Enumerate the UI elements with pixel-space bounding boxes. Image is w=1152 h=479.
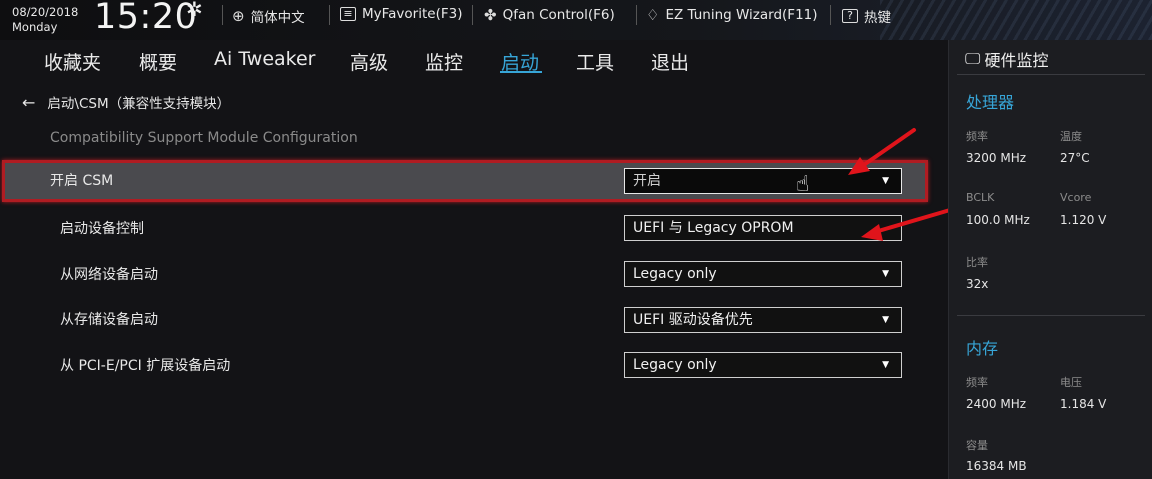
- cpu-section-title: 处理器: [966, 93, 1015, 112]
- mem-cap-value: 16384 MB: [966, 459, 1027, 473]
- help-box-icon: ?: [842, 9, 858, 23]
- language-label: 简体中文: [250, 10, 305, 26]
- qfan-label: Qfan Control(F6): [502, 7, 615, 23]
- date-text: 08/20/2018: [12, 5, 79, 19]
- divider: [957, 74, 1145, 75]
- storage-boot-label: 从存储设备启动: [60, 312, 158, 328]
- memory-section-title: 内存: [966, 339, 999, 358]
- vcore-value: 1.120 V: [1060, 213, 1107, 227]
- divider: [222, 5, 223, 25]
- active-tab-indicator: [500, 71, 542, 73]
- divider: [957, 315, 1145, 316]
- divider: [329, 5, 330, 25]
- ratio-value: 32x: [966, 277, 989, 291]
- cpu-temp-label: 温度: [1060, 130, 1082, 143]
- favorite-box-icon: ≡: [340, 7, 356, 21]
- gear-icon[interactable]: ✲: [186, 0, 203, 21]
- top-bar: 08/20/2018 Monday 15:20 ✲ ⊕ 简体中文 ≡ MyFav…: [0, 0, 1152, 40]
- chevron-down-icon: ▼: [882, 360, 889, 370]
- bclk-value: 100.0 MHz: [966, 213, 1030, 227]
- mem-freq-label: 频率: [966, 376, 988, 389]
- chevron-down-icon: ▼: [882, 315, 889, 325]
- network-boot-select[interactable]: Legacy only ▼: [624, 261, 902, 287]
- back-arrow-icon[interactable]: ←: [22, 93, 35, 112]
- network-boot-label: 从网络设备启动: [60, 267, 158, 283]
- divider: [830, 5, 831, 25]
- tab-ai-tweaker[interactable]: Ai Tweaker: [214, 48, 315, 70]
- boot-device-control-label: 启动设备控制: [60, 221, 144, 237]
- tab-favorites[interactable]: 收藏夹: [44, 48, 101, 75]
- divider: [636, 5, 637, 25]
- csm-value: 开启: [633, 173, 661, 189]
- tab-overview[interactable]: 概要: [139, 48, 177, 75]
- ez-tuning-button[interactable]: ♢ EZ Tuning Wizard(F11): [646, 6, 818, 24]
- hand-cursor-icon: ☝: [796, 172, 810, 197]
- myfavorite-label: MyFavorite(F3): [362, 6, 463, 22]
- pcie-boot-select[interactable]: Legacy only ▼: [624, 352, 902, 378]
- hotkeys-button[interactable]: ? 热键: [842, 6, 891, 26]
- qfan-button[interactable]: ✤ Qfan Control(F6): [484, 6, 615, 24]
- pcie-boot-label: 从 PCI-E/PCI 扩展设备启动: [60, 358, 231, 374]
- tab-monitor[interactable]: 监控: [425, 48, 463, 75]
- page-subtitle: Compatibility Support Module Configurati…: [50, 130, 358, 146]
- mem-cap-label: 容量: [966, 439, 988, 452]
- chevron-down-icon: ▼: [882, 269, 889, 279]
- hotkeys-label: 热键: [864, 10, 891, 26]
- globe-icon: ⊕: [232, 7, 245, 25]
- boot-device-control-value: UEFI 与 Legacy OPROM: [633, 220, 794, 236]
- hw-monitor-title: 🖵 硬件监控: [965, 47, 1048, 71]
- network-boot-value: Legacy only: [633, 266, 717, 282]
- mem-freq-value: 2400 MHz: [966, 397, 1027, 411]
- ez-tuning-label: EZ Tuning Wizard(F11): [665, 7, 818, 23]
- tab-exit[interactable]: 退出: [651, 48, 689, 75]
- fan-icon: ✤: [484, 6, 497, 24]
- storage-boot-value: UEFI 驱动设备优先: [633, 312, 753, 328]
- day-text: Monday: [12, 20, 58, 34]
- hardware-monitor-panel: 🖵 硬件监控 处理器 频率 温度 3200 MHz 27°C BCLK Vcor…: [948, 40, 1152, 479]
- bulb-icon: ♢: [646, 6, 660, 24]
- ratio-label: 比率: [966, 256, 988, 269]
- tab-tool[interactable]: 工具: [576, 48, 614, 75]
- header-decoration: [880, 0, 1152, 40]
- monitor-icon: 🖵: [965, 49, 981, 68]
- divider: [472, 5, 473, 25]
- breadcrumb[interactable]: ← 启动\CSM（兼容性支持模块）: [22, 92, 231, 113]
- annotation-arrow-icon: [848, 128, 916, 175]
- clock: 15:20: [94, 0, 198, 37]
- mem-volt-label: 电压: [1060, 376, 1082, 389]
- tab-advanced[interactable]: 高级: [350, 48, 388, 75]
- cpu-freq-label: 频率: [966, 130, 988, 143]
- vcore-label: Vcore: [1060, 191, 1092, 204]
- language-button[interactable]: ⊕ 简体中文: [232, 6, 305, 26]
- annotation-arrow-icon: [861, 208, 952, 241]
- storage-boot-select[interactable]: UEFI 驱动设备优先 ▼: [624, 307, 902, 333]
- date-display: 08/20/2018 Monday: [12, 5, 78, 35]
- hw-monitor-title-text: 硬件监控: [984, 51, 1049, 70]
- cpu-temp-value: 27°C: [1060, 151, 1090, 165]
- cpu-freq-value: 3200 MHz: [966, 151, 1027, 165]
- pcie-boot-value: Legacy only: [633, 357, 717, 373]
- main-nav: 收藏夹 概要 Ai Tweaker 高级 监控 启动 工具 退出: [0, 40, 948, 80]
- mem-volt-value: 1.184 V: [1060, 397, 1107, 411]
- csm-label: 开启 CSM: [50, 173, 114, 189]
- breadcrumb-text: 启动\CSM（兼容性支持模块）: [47, 96, 231, 112]
- bclk-label: BCLK: [966, 191, 995, 204]
- myfavorite-button[interactable]: ≡ MyFavorite(F3): [340, 6, 462, 22]
